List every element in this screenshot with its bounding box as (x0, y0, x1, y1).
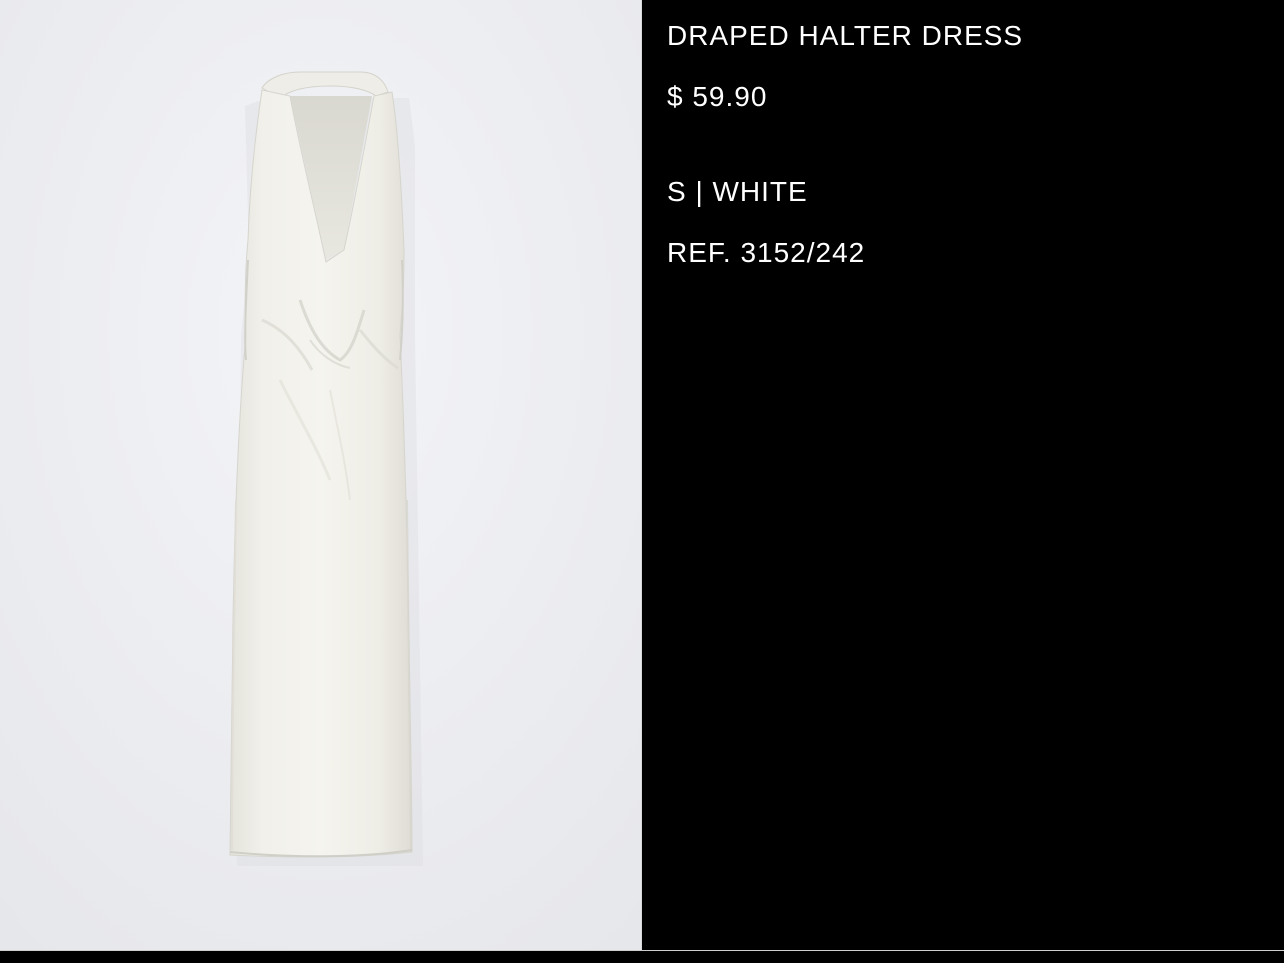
product-name: DRAPED HALTER DRESS (667, 20, 1024, 51)
product-image[interactable] (0, 0, 641, 950)
product-detail-page: DRAPED HALTER DRESS $ 59.90 S | WHITE RE… (0, 0, 1284, 963)
product-price: $ 59.90 (667, 81, 768, 112)
dress-illustration (0, 0, 641, 950)
product-reference: REF. 3152/242 (667, 237, 866, 268)
product-variant: S | WHITE (667, 176, 808, 207)
product-info-panel: DRAPED HALTER DRESS $ 59.90 S | WHITE RE… (641, 0, 1284, 950)
bottom-divider (0, 950, 1284, 963)
